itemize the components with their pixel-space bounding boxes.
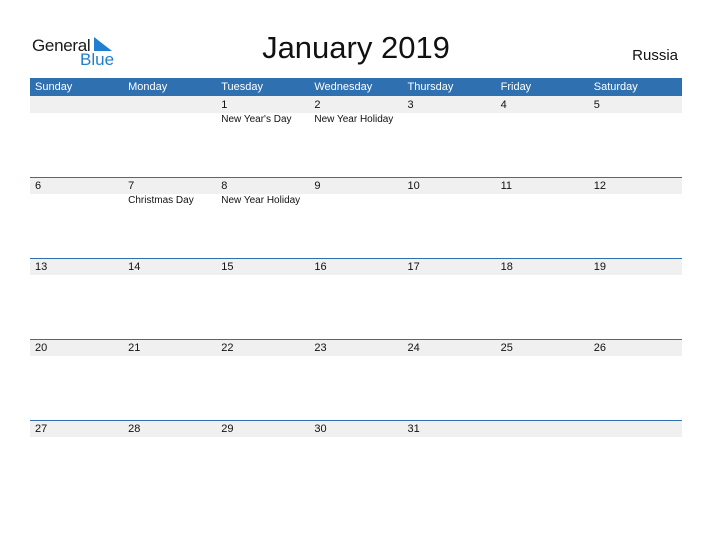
day-cell: 18 <box>496 258 589 338</box>
day-number: 25 <box>500 342 513 354</box>
holiday-label: New Year Holiday <box>221 195 301 206</box>
day-cell: 3 <box>403 96 496 176</box>
day-number: 27 <box>35 423 48 435</box>
day-cell <box>123 96 216 176</box>
country-label: Russia <box>632 47 678 64</box>
day-number: 21 <box>128 342 141 354</box>
day-number: 17 <box>407 261 420 273</box>
day-cell: 19 <box>589 258 682 338</box>
day-number: 26 <box>593 342 606 354</box>
day-cell: 22 <box>216 339 309 419</box>
holiday-label: New Year Holiday <box>314 114 394 125</box>
day-number: 16 <box>314 261 327 273</box>
day-cell: 4 <box>496 96 589 176</box>
calendar-title: January 2019 <box>262 30 450 65</box>
day-number: 22 <box>221 342 234 354</box>
day-cell: 13 <box>30 258 123 338</box>
day-cell: 8 New Year Holiday <box>216 177 309 257</box>
day-cell: 15 <box>216 258 309 338</box>
day-number: 18 <box>500 261 513 273</box>
holiday-label: Christmas Day <box>128 195 194 206</box>
day-cell <box>589 420 682 500</box>
day-number: 24 <box>407 342 420 354</box>
day-cell: 16 <box>309 258 402 338</box>
weekday-tuesday: Tuesday <box>221 81 264 93</box>
day-cell: 30 <box>309 420 402 500</box>
day-number: 20 <box>35 342 48 354</box>
day-number: 7 <box>128 180 135 192</box>
day-number: 30 <box>314 423 327 435</box>
day-number: 29 <box>221 423 234 435</box>
day-cell <box>30 96 123 176</box>
day-number: 10 <box>407 180 420 192</box>
day-cell: 20 <box>30 339 123 419</box>
day-cell: 5 <box>589 96 682 176</box>
day-cell: 31 <box>403 420 496 500</box>
day-cell: 9 <box>309 177 402 257</box>
weekday-thursday: Thursday <box>407 81 454 93</box>
weekday-sunday: Sunday <box>35 81 73 93</box>
day-number: 8 <box>221 180 228 192</box>
day-number: 11 <box>500 180 513 192</box>
day-cell: 7 Christmas Day <box>123 177 216 257</box>
day-cell <box>496 420 589 500</box>
day-cell: 21 <box>123 339 216 419</box>
weekday-monday: Monday <box>128 81 168 93</box>
day-number: 28 <box>128 423 141 435</box>
day-cell: 25 <box>496 339 589 419</box>
day-cell: 28 <box>123 420 216 500</box>
day-number: 3 <box>407 99 414 111</box>
day-cell: 23 <box>309 339 402 419</box>
day-cell: 24 <box>403 339 496 419</box>
day-number: 31 <box>407 423 420 435</box>
week-row: 27 28 29 30 31 <box>30 420 682 500</box>
day-number: 9 <box>314 180 321 192</box>
day-number: 2 <box>314 99 321 111</box>
day-number: 5 <box>593 99 600 111</box>
day-number: 15 <box>221 261 234 273</box>
weekday-wednesday: Wednesday <box>314 81 373 93</box>
week-row: 6 7 Christmas Day 8 New Year Holiday 9 10 11 12 <box>30 177 682 257</box>
weekday-friday: Friday <box>500 81 532 93</box>
weekday-header: Sunday Monday Tuesday Wednesday Thursday… <box>30 78 682 96</box>
day-number: 23 <box>314 342 327 354</box>
weekday-saturday: Saturday <box>593 81 638 93</box>
day-cell: 1 New Year's Day <box>216 96 309 176</box>
day-number: 6 <box>35 180 42 192</box>
week-row: 1 New Year's Day 2 New Year Holiday 3 4 5 <box>30 96 682 176</box>
day-number: 4 <box>500 99 507 111</box>
day-cell: 27 <box>30 420 123 500</box>
day-cell: 12 <box>589 177 682 257</box>
day-number: 14 <box>128 261 141 273</box>
day-cell: 17 <box>403 258 496 338</box>
day-number: 1 <box>221 99 228 111</box>
day-cell: 10 <box>403 177 496 257</box>
holiday-label: New Year's Day <box>221 114 292 125</box>
day-cell: 26 <box>589 339 682 419</box>
day-cell: 11 <box>496 177 589 257</box>
day-number: 19 <box>593 261 606 273</box>
day-cell: 29 <box>216 420 309 500</box>
day-cell: 2 New Year Holiday <box>309 96 402 176</box>
day-number: 13 <box>35 261 48 273</box>
day-cell: 6 <box>30 177 123 257</box>
day-cell: 14 <box>123 258 216 338</box>
week-row: 20 21 22 23 24 25 26 <box>30 339 682 419</box>
week-row: 13 14 15 16 17 18 19 <box>30 258 682 338</box>
day-number: 12 <box>593 180 606 192</box>
